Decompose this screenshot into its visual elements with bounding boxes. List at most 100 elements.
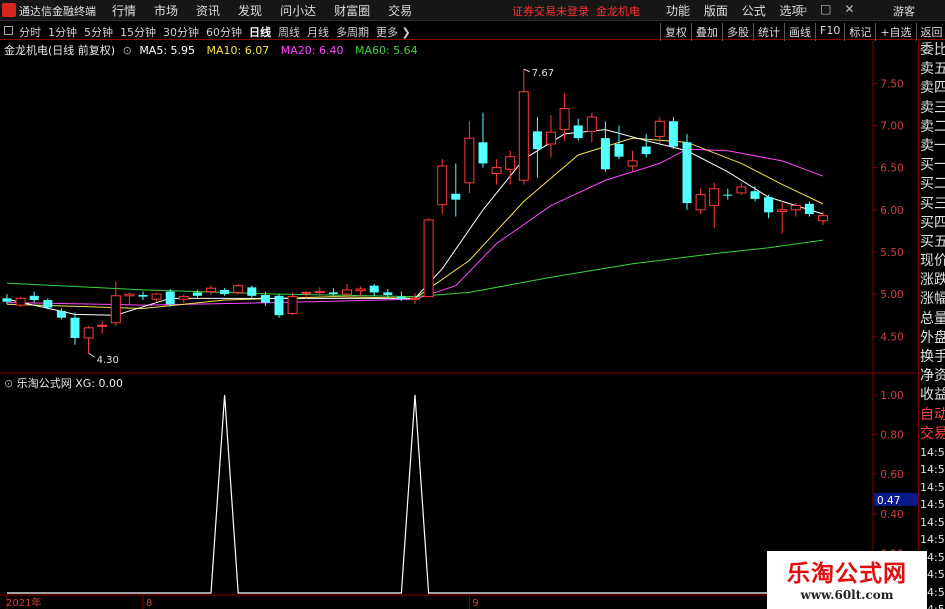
quote-label-1: 卖五 [920, 61, 945, 78]
candle-body-10 [138, 294, 148, 297]
candle-body-53 [723, 194, 733, 196]
quote-label-3: 卖三 [920, 99, 945, 116]
candle-body-22 [301, 291, 312, 294]
candle-body-42 [573, 125, 583, 139]
candle-body-11 [151, 293, 162, 300]
candle-body-26 [355, 288, 366, 292]
candle-body-60 [818, 215, 828, 222]
candle-body-0 [2, 298, 12, 302]
quote-label-4: 卖二 [920, 118, 945, 135]
quote-label-13: 涨幅 [920, 291, 945, 308]
candle-body-9 [124, 293, 135, 297]
candle-body-2 [29, 295, 39, 301]
stock-symbol-label[interactable]: 金龙机电(日线 前复权) [4, 44, 115, 57]
watermark-url: www.60lt.com [800, 588, 894, 602]
tick-time-4: 14:56 [920, 515, 945, 529]
price-tick-label-6: 4.50 [880, 331, 903, 343]
candle-body-36 [491, 167, 502, 175]
candle-body-24 [328, 292, 338, 295]
xg-indicator-label: ⊙ 乐淘公式网 XG: 0.00 [4, 375, 123, 391]
quote-label-10: 买五 [920, 233, 945, 250]
candle-body-31 [423, 219, 434, 298]
candle-body-1 [15, 297, 26, 306]
candle-body-55 [750, 191, 760, 199]
quote-label-9: 买四 [920, 214, 945, 231]
tick-time-5: 14:56 [920, 533, 945, 547]
quote-label-16: 换手 [920, 349, 945, 365]
candle-body-40 [546, 131, 556, 145]
ma60-label: MA60: 5.64 [354, 44, 418, 57]
candle-body-32 [437, 165, 448, 206]
candle-body-43 [586, 116, 597, 132]
tick-time-3: 14:56 [920, 498, 945, 512]
ma20-label: MA20: 6.40 [280, 44, 344, 57]
date-tick-label-2: 9 [472, 598, 478, 609]
candle-body-39 [532, 131, 542, 150]
candle-body-15 [206, 287, 216, 293]
low-marker-line [88, 352, 95, 358]
candle-body-21 [287, 296, 298, 315]
candle-body-5 [70, 317, 80, 338]
tick-time-2: 14:56 [920, 480, 945, 494]
trade-label-1: 交易 [920, 425, 945, 442]
candle-body-51 [695, 194, 706, 211]
quote-label-5: 卖一 [920, 137, 945, 154]
high-marker-label: 7.67 [532, 68, 554, 79]
candle-body-48 [654, 120, 665, 137]
price-tick-label-4: 5.50 [880, 247, 903, 259]
price-tick-label-3: 6.00 [880, 205, 903, 217]
candle-body-58 [790, 205, 801, 211]
settings-circle-icon[interactable]: ⊙ [4, 377, 13, 390]
quote-label-12: 涨跌 [920, 272, 945, 289]
candle-body-37 [505, 156, 516, 170]
quote-label-14: 总量 [920, 310, 945, 327]
low-marker-label: 4.30 [97, 355, 119, 366]
xg-tick-label-2: 0.60 [880, 469, 903, 481]
quote-label-2: 卖四 [920, 80, 945, 97]
tick-time-0: 14:56 [920, 445, 945, 459]
candle-body-6 [83, 327, 94, 339]
quote-label-7: 买二 [920, 176, 945, 193]
candle-body-23 [314, 291, 325, 294]
watermark-banner: 乐淘公式网 www.60lt.com [767, 551, 927, 609]
price-tick-label-0: 7.50 [880, 78, 903, 90]
candle-body-35 [478, 142, 488, 164]
candle-body-52 [709, 188, 720, 207]
candle-body-27 [369, 285, 379, 293]
tick-time-1: 14:56 [920, 463, 945, 477]
date-tick-label-0: 2021年 [6, 596, 41, 609]
xg-indicator-text: 乐淘公式网 XG: 0.00 [16, 377, 123, 390]
quote-label-18: 收益 [920, 387, 945, 404]
crosshair-value-text: 0.47 [877, 495, 900, 507]
ma5-line [6, 129, 824, 316]
quote-label-8: 买三 [920, 195, 945, 212]
candle-body-33 [451, 193, 461, 200]
candle-body-57 [777, 209, 788, 212]
quote-side-panel: 委比卖五卖四卖三卖二卖一买一买二买三买四买五现价涨跌涨幅总量外盘换手净资收益自动… [918, 41, 945, 609]
ma10-label: MA10: 6.07 [206, 44, 270, 57]
candle-body-29 [396, 296, 406, 300]
candle-body-17 [233, 285, 244, 293]
candle-body-7 [97, 324, 108, 327]
ma60-line [6, 239, 824, 298]
candle-body-4 [56, 310, 66, 318]
price-tick-label-5: 5.00 [880, 289, 903, 301]
candle-body-45 [614, 144, 624, 157]
watermark-title: 乐淘公式网 [787, 561, 907, 587]
candle-body-30 [410, 297, 420, 300]
candle-body-50 [682, 142, 692, 204]
quote-label-6: 买一 [920, 157, 945, 174]
quote-label-11: 现价 [920, 253, 945, 270]
candle-body-56 [764, 197, 774, 213]
candle-body-49 [668, 121, 678, 147]
kline-chart[interactable]: 7.50 7.00 6.50 6.00 5.50 5.00 4.50 1.00 0.80 0.60… [0, 0, 945, 609]
candle-body-16 [220, 289, 230, 295]
candle-body-44 [600, 138, 610, 170]
settings-circle-icon[interactable]: ⊙ [123, 44, 132, 57]
candle-body-3 [43, 300, 53, 308]
candle-body-46 [627, 160, 638, 167]
candle-body-8 [110, 295, 121, 324]
candle-body-14 [192, 292, 202, 296]
candle-body-47 [641, 146, 651, 155]
ma5-label: MA5: 5.95 [139, 44, 196, 57]
